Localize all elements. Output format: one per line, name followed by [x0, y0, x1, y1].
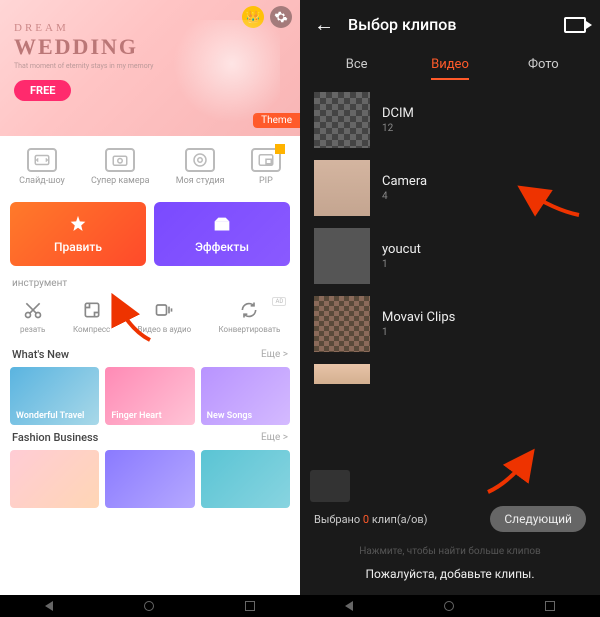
folder-thumb: [314, 160, 370, 216]
folder-movavi[interactable]: Movavi Clips1: [314, 290, 586, 358]
convert-button[interactable]: ADКонвертировать: [219, 299, 281, 334]
free-badge[interactable]: FREE: [14, 80, 71, 101]
tab-all[interactable]: Все: [310, 49, 403, 80]
new-tag-icon: [275, 144, 285, 154]
tools-row-2: резать Компресс Видео в аудио ADКонверти…: [0, 295, 300, 342]
folder-partial[interactable]: [314, 358, 586, 390]
big-buttons-row: Править Эффекты: [0, 194, 300, 274]
tab-video[interactable]: Видео: [403, 49, 496, 80]
fashion-header: Fashion Business Еще >: [0, 425, 300, 450]
home-screen: 👑 DREAM WEDDING That moment of eternity …: [0, 0, 300, 617]
tab-photo[interactable]: Фото: [497, 49, 590, 80]
folder-thumb: [314, 364, 370, 384]
whats-new-title: What's New: [12, 348, 69, 361]
swipe-hand-icon: [160, 553, 240, 593]
pip-button[interactable]: PIP: [251, 148, 281, 186]
preview-slot: [310, 470, 350, 502]
cut-button[interactable]: резать: [20, 299, 46, 334]
card-fashion-1[interactable]: [10, 450, 99, 508]
studio-button[interactable]: Моя студия: [176, 148, 225, 186]
picker-title: Выбор клипов: [348, 15, 550, 34]
nav-recent-icon[interactable]: [545, 601, 555, 611]
folder-thumb: [314, 92, 370, 148]
picker-bottom-bar: Выбрано 0 клип(а/ов) Следующий: [300, 496, 600, 542]
slideshow-button[interactable]: Слайд-шоу: [19, 148, 65, 186]
nav-recent-icon[interactable]: [245, 601, 255, 611]
nav-home-icon[interactable]: [144, 601, 154, 611]
nav-bar: [0, 595, 300, 617]
whats-new-more[interactable]: Еще >: [261, 349, 288, 360]
selected-count-label: Выбрано 0 клип(а/ов): [314, 513, 428, 526]
clip-picker-screen: ← Выбор клипов Все Видео Фото DCIM12 Cam…: [300, 0, 600, 617]
card-finger-heart[interactable]: Finger Heart: [105, 367, 194, 425]
video-to-audio-button[interactable]: Видео в аудио: [138, 299, 192, 334]
whats-new-header: What's New Еще >: [0, 342, 300, 367]
instrument-label: инструмент: [0, 274, 300, 295]
compress-button[interactable]: Компресс: [73, 299, 110, 334]
hero-banner[interactable]: 👑 DREAM WEDDING That moment of eternity …: [0, 0, 300, 136]
toolbar-row: Слайд-шоу Супер камера Моя студия PIP: [0, 136, 300, 194]
nav-home-icon[interactable]: [444, 601, 454, 611]
effects-button[interactable]: Эффекты: [154, 202, 290, 266]
whats-new-cards: Wonderful Travel Finger Heart New Songs: [0, 367, 300, 425]
fashion-title: Fashion Business: [12, 431, 98, 444]
nav-back-icon[interactable]: [345, 601, 353, 611]
card-wonderful-travel[interactable]: Wonderful Travel: [10, 367, 99, 425]
fashion-more[interactable]: Еще >: [261, 432, 288, 443]
find-more-hint: Нажмите, чтобы найти больше клипов: [300, 546, 600, 557]
card-fashion-3[interactable]: [201, 450, 290, 508]
picker-tabs: Все Видео Фото: [300, 49, 600, 80]
super-camera-button[interactable]: Супер камера: [91, 148, 150, 186]
card-fashion-2[interactable]: [105, 450, 194, 508]
folder-youcut[interactable]: youcut1: [314, 222, 586, 290]
folder-thumb: [314, 296, 370, 352]
add-clips-hint: Пожалуйста, добавьте клипы.: [300, 557, 600, 595]
folder-dcim[interactable]: DCIM12: [314, 86, 586, 154]
picker-header: ← Выбор клипов: [300, 0, 600, 49]
nav-bar: [300, 595, 600, 617]
next-button[interactable]: Следующий: [490, 506, 586, 532]
fashion-cards: [0, 450, 300, 508]
folder-thumb: [314, 228, 370, 284]
ad-tag: AD: [272, 297, 286, 306]
folder-camera[interactable]: Camera4: [314, 154, 586, 222]
camera-icon[interactable]: [564, 17, 586, 33]
edit-button[interactable]: Править: [10, 202, 146, 266]
folder-list: DCIM12 Camera4 youcut1 Movavi Clips1: [300, 80, 600, 496]
nav-back-icon[interactable]: [45, 601, 53, 611]
back-icon[interactable]: ←: [314, 12, 334, 37]
card-new-songs[interactable]: New Songs: [201, 367, 290, 425]
